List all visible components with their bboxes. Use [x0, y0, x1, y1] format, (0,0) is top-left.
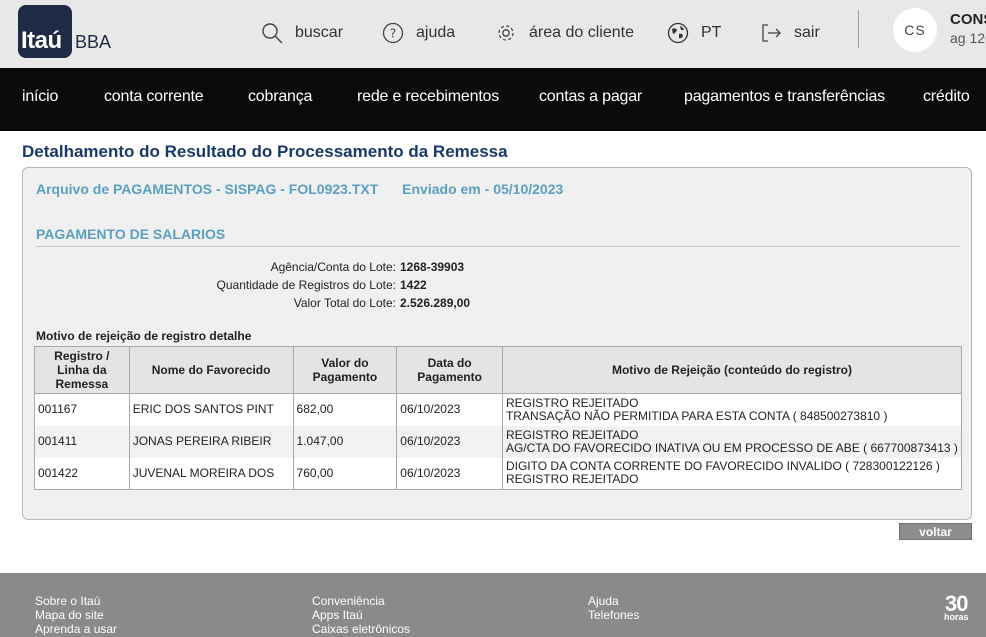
footer-col-institutional: Sobre o Itaú Mapa do site Aprenda a usar [35, 594, 117, 636]
cell-registro: 001167 [34, 393, 130, 426]
cell-data: 06/10/2023 [396, 393, 503, 426]
table-row: 001422 JUVENAL MOREIRA DOS 760,00 06/10/… [34, 457, 963, 490]
footer-col-help: Ajuda Telefones [588, 594, 639, 622]
nav-item-pagamentos-transferencias[interactable]: pagamentos e transferências [684, 88, 885, 106]
logo-sub-text: BBA [75, 32, 112, 52]
motivo-line: REGISTRO REJEITADO [505, 395, 639, 410]
cell-data: 06/10/2023 [396, 457, 503, 490]
table-row: 001167 ERIC DOS SANTOS PINT 682,00 06/10… [34, 393, 963, 426]
cell-nome: JONAS PEREIRA RIBEIR [128, 425, 294, 458]
avatar[interactable]: CS [893, 8, 937, 52]
cell-valor: 682,00 [292, 393, 398, 426]
table-row: 001411 JONAS PEREIRA RIBEIR 1.047,00 06/… [34, 425, 963, 458]
cell-valor: 760,00 [292, 457, 398, 490]
help-label: ajuda [416, 24, 456, 41]
search-icon [261, 22, 283, 44]
nav-item-conta-corrente[interactable]: conta corrente [104, 88, 204, 106]
batch-field-agency: Agência/Conta do Lote: 1268-39903 [36, 260, 466, 274]
col-header-nome: Nome do Favorecido [128, 346, 294, 394]
user-name: CONS [950, 11, 986, 28]
logout-icon [760, 22, 782, 44]
nav-item-contas-a-pagar[interactable]: contas a pagar [539, 88, 642, 106]
help-icon: ? [382, 22, 404, 44]
cell-data: 06/10/2023 [396, 425, 503, 458]
nav-item-rede-recebimentos[interactable]: rede e recebimentos [357, 88, 499, 106]
result-panel: Arquivo de PAGAMENTOS - SISPAG - FOL0923… [22, 167, 972, 520]
col-header-valor: Valor do Pagamento [292, 346, 398, 394]
language-selector[interactable]: PT [667, 20, 721, 46]
batch-field-count: Quantidade de Registros do Lote: 1422 [36, 278, 466, 292]
motivo-line: TRANSAÇÃO NÃO PERMITIDA PARA ESTA CONTA … [505, 408, 888, 423]
file-label: Arquivo de PAGAMENTOS - SISPAG - FOL0923… [36, 181, 379, 197]
footer-link-mapa[interactable]: Mapa do site [35, 608, 117, 622]
batch-field-value: 1268-39903 [400, 260, 465, 274]
nav-item-cobranca[interactable]: cobrança [248, 88, 312, 106]
header-divider [858, 10, 859, 48]
col-header-registro: Registro / Linha da Remessa [34, 346, 130, 394]
cell-motivo: DIGITO DA CONTA CORRENTE DO FAVORECIDO I… [501, 457, 963, 490]
batch-field-total: Valor Total do Lote: 2.526.289,00 [36, 296, 470, 310]
logout-label: sair [794, 24, 820, 41]
batch-field-value: 1422 [400, 278, 427, 292]
language-label: PT [701, 24, 722, 41]
footer-col-services: Conveniência Apps Itaú Caixas eletrônico… [312, 594, 410, 636]
nav-item-inicio[interactable]: início [22, 88, 58, 106]
help-link[interactable]: ? ajuda [382, 20, 455, 46]
batch-field-label: Agência/Conta do Lote: [270, 260, 396, 274]
footer-link-sobre[interactable]: Sobre o Itaú [35, 594, 117, 608]
cell-nome: ERIC DOS SANTOS PINT [128, 393, 294, 426]
globe-icon [667, 22, 689, 44]
cell-motivo: REGISTRO REJEITADO AG/CTA DO FAVORECIDO … [501, 425, 963, 458]
section-divider [36, 246, 960, 247]
badge-text: horas [944, 612, 969, 622]
search-link[interactable]: buscar [261, 20, 343, 46]
footer-link-caixas[interactable]: Caixas eletrônicos [312, 622, 410, 636]
nav-item-credito[interactable]: crédito [923, 88, 970, 106]
col-header-data: Data do Pagamento [396, 346, 503, 394]
file-info: Arquivo de PAGAMENTOS - SISPAG - FOL0923… [36, 181, 563, 197]
footer-link-conveniencia[interactable]: Conveniência [312, 594, 410, 608]
30-horas-logo[interactable]: 30 horas [944, 593, 969, 622]
section-title: PAGAMENTO DE SALARIOS [36, 226, 226, 242]
logout-link[interactable]: sair [760, 20, 820, 46]
motivo-line: AG/CTA DO FAVORECIDO INATIVA OU EM PROCE… [505, 440, 958, 455]
batch-field-value: 2.526.289,00 [400, 296, 471, 310]
logo-main-text: Itaú [21, 27, 62, 54]
footer-link-ajuda[interactable]: Ajuda [588, 594, 639, 608]
motivo-line: REGISTRO REJEITADO [505, 472, 639, 487]
rejection-heading: Motivo de rejeição de registro detalhe [36, 329, 252, 343]
cell-nome: JUVENAL MOREIRA DOS [128, 457, 294, 490]
cell-registro: 001422 [34, 457, 130, 490]
footer-link-telefones[interactable]: Telefones [588, 608, 639, 622]
back-button[interactable]: voltar [899, 523, 972, 540]
top-header: Itaú BBA buscar ? ajuda área do cliente … [0, 0, 986, 68]
batch-field-label: Valor Total do Lote: [293, 296, 396, 310]
user-agency: ag 126 [950, 30, 986, 46]
client-area-link[interactable]: área do cliente [495, 20, 634, 46]
footer-link-aprenda[interactable]: Aprenda a usar [35, 622, 117, 636]
main-nav: início conta corrente cobrança rede e re… [0, 68, 986, 131]
gear-icon [495, 22, 517, 44]
cell-registro: 001411 [34, 425, 130, 458]
cell-motivo: REGISTRO REJEITADO TRANSAÇÃO NÃO PERMITI… [501, 393, 963, 426]
search-label: buscar [295, 24, 344, 41]
batch-field-label: Quantidade de Registros do Lote: [216, 278, 396, 292]
footer: Sobre o Itaú Mapa do site Aprenda a usar… [0, 573, 986, 637]
svg-text:?: ? [390, 27, 396, 41]
col-header-motivo: Motivo de Rejeição (conteúdo do registro… [501, 346, 963, 394]
page-title: Detalhamento do Resultado do Processamen… [22, 142, 508, 161]
rejection-table: Registro / Linha da Remessa Nome do Favo… [34, 346, 963, 490]
sent-date: Enviado em - 05/10/2023 [402, 181, 564, 197]
client-area-label: área do cliente [529, 24, 634, 41]
cell-valor: 1.047,00 [292, 425, 398, 458]
motivo-line: REGISTRO REJEITADO [505, 427, 639, 442]
footer-link-apps[interactable]: Apps Itaú [312, 608, 410, 622]
